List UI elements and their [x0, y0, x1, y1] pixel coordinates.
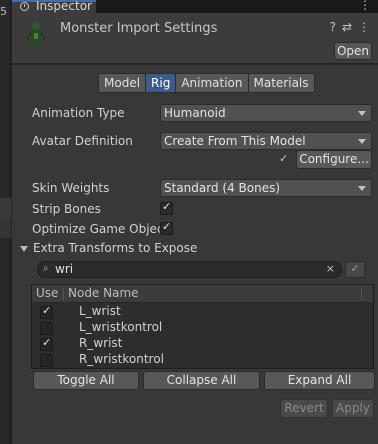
use-checkbox[interactable] — [40, 322, 53, 335]
skin-weights-label: Skin Weights — [32, 181, 110, 195]
search-icon: ⌕ — [43, 263, 49, 274]
collapse-all-button[interactable]: Collapse All — [143, 371, 260, 390]
model-thumbnail-icon — [24, 21, 48, 47]
column-divider[interactable] — [63, 288, 64, 300]
import-settings-panel: Model Rig Animation Materials Animation … — [12, 65, 378, 444]
node-name: R_wristkontrol — [79, 352, 164, 366]
avatar-definition-value: Create From This Model — [164, 134, 306, 148]
table-row[interactable]: L_wristkontrol — [32, 320, 373, 336]
node-name: L_wristkontrol — [79, 320, 163, 334]
avatar-definition-dropdown[interactable]: Create From This Model — [160, 132, 372, 150]
animation-type-dropdown[interactable]: Humanoid — [160, 104, 372, 122]
chevron-down-icon — [358, 139, 366, 144]
use-checkbox[interactable] — [40, 304, 53, 319]
apply-button[interactable]: Apply — [332, 399, 374, 418]
extra-transforms-foldout[interactable]: Extra Transforms to Expose — [20, 241, 197, 255]
avatar-definition-label: Avatar Definition — [32, 134, 133, 148]
column-header-node-name[interactable]: Node Name — [68, 286, 139, 300]
left-panel-number: 5 — [0, 5, 7, 18]
extra-transforms-label: Extra Transforms to Expose — [33, 241, 198, 255]
more-menu-icon[interactable]: ⋮ — [358, 20, 370, 34]
left-panel-row — [0, 218, 11, 238]
tab-inspector[interactable]: Inspector — [12, 0, 96, 13]
animation-type-label: Animation Type — [32, 106, 125, 120]
expand-all-button[interactable]: Expand All — [264, 371, 375, 390]
optimize-game-objects-label: Optimize Game Object — [32, 222, 169, 236]
chevron-down-icon — [358, 111, 366, 116]
revert-button[interactable]: Revert — [280, 399, 328, 418]
tab-bar: Inspector ⋮ — [12, 0, 378, 13]
tab-rig[interactable]: Rig — [146, 73, 177, 93]
tab-model[interactable]: Model — [98, 73, 147, 93]
strip-bones-checkbox[interactable] — [160, 200, 173, 215]
tab-materials[interactable]: Materials — [248, 73, 315, 93]
column-header-use[interactable]: Use — [36, 286, 58, 300]
inspector-window: 5 Inspector ⋮ Monster Import Settings ? … — [0, 0, 378, 444]
use-checkbox[interactable] — [40, 354, 53, 367]
chevron-down-icon — [358, 186, 366, 191]
skin-weights-dropdown[interactable]: Standard (4 Bones) — [160, 179, 372, 197]
optimize-game-objects-checkbox[interactable] — [160, 220, 173, 235]
table-row[interactable]: R_wristkontrol — [32, 352, 373, 368]
transforms-table: Use Node Name L_wrist L_wristkontrol R_w… — [31, 284, 374, 369]
table-header: Use Node Name — [32, 285, 373, 303]
foldout-arrow-icon — [20, 245, 28, 252]
configure-button[interactable]: Configure... — [296, 150, 372, 169]
use-checkbox[interactable] — [40, 336, 53, 351]
node-name: R_wrist — [79, 336, 123, 350]
strip-bones-label: Strip Bones — [32, 202, 101, 216]
toggle-all-button[interactable]: Toggle All — [33, 371, 139, 390]
animation-type-value: Humanoid — [164, 106, 226, 120]
open-button[interactable]: Open — [334, 42, 372, 60]
column-divider[interactable] — [361, 288, 362, 300]
table-row[interactable]: R_wrist — [32, 336, 373, 352]
transform-search-field[interactable]: ⌕ wri × — [37, 261, 342, 278]
search-confirm-button[interactable]: ✓ — [345, 261, 365, 278]
node-name: L_wrist — [79, 304, 121, 318]
help-icon[interactable]: ? — [330, 20, 336, 34]
tab-inspector-label: Inspector — [36, 0, 92, 13]
transform-search-input[interactable]: wri — [55, 262, 73, 276]
left-panel-edge: 5 — [0, 0, 11, 444]
preset-icon[interactable]: ⇄ — [342, 20, 352, 34]
import-tab-strip: Model Rig Animation Materials — [98, 73, 315, 93]
clear-search-icon[interactable]: × — [326, 262, 335, 275]
info-icon — [20, 2, 29, 11]
avatar-valid-check-icon: ✓ — [279, 152, 289, 165]
tab-menu-icon[interactable]: ⋮ — [359, 0, 372, 12]
tab-animation[interactable]: Animation — [176, 73, 249, 93]
skin-weights-value: Standard (4 Bones) — [164, 181, 281, 195]
header-toolbar: ? ⇄ ⋮ — [330, 20, 370, 34]
inspector-header: Monster Import Settings ? ⇄ ⋮ Open — [12, 13, 378, 64]
page-title: Monster Import Settings — [60, 21, 218, 36]
table-row[interactable]: L_wrist — [32, 304, 373, 320]
left-panel-row — [0, 198, 11, 218]
